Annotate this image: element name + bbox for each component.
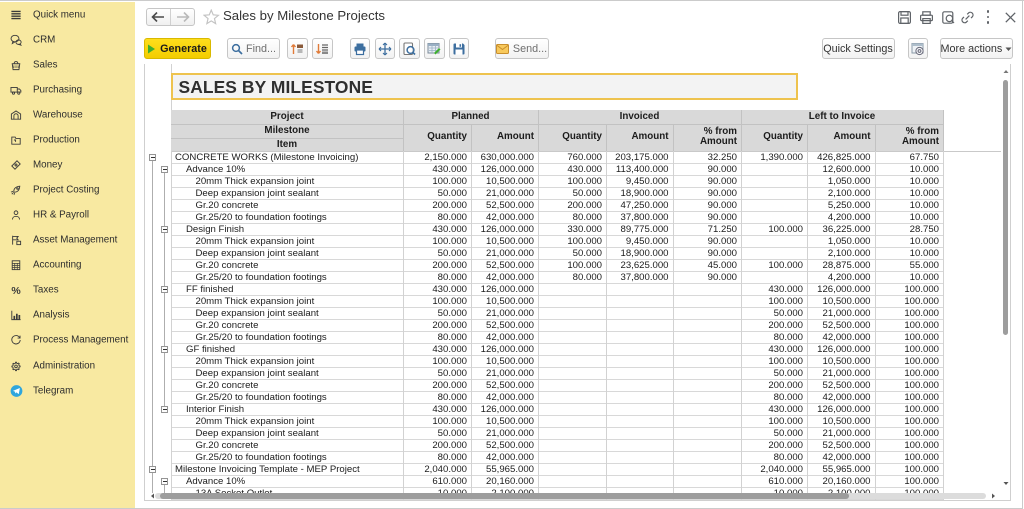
svg-text:%: %: [11, 285, 21, 296]
